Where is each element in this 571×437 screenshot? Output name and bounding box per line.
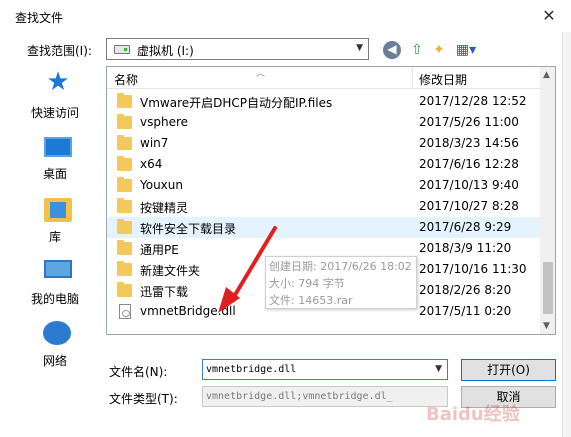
filetype-label: 文件类型(T): xyxy=(109,392,178,406)
list-item[interactable]: Vmware开启DHCP自动分配IP.files 2017/12/28 12:5… xyxy=(107,91,540,112)
place-label: 桌面 xyxy=(42,167,67,181)
list-item[interactable]: 按键精灵 2017/10/27 8:28 xyxy=(107,196,540,217)
file-date: 2017/6/16 12:28 xyxy=(419,157,519,171)
folder-icon xyxy=(117,198,132,213)
scroll-down-icon[interactable]: ▼ xyxy=(543,321,550,331)
chevron-down-icon: ▼ xyxy=(356,43,363,53)
desktop-icon xyxy=(44,137,72,157)
filetype-value: vmnetbridge.dll;vmnetbridge.dl_ xyxy=(206,391,393,402)
close-icon[interactable]: ✕ xyxy=(539,6,559,26)
file-name: vmnetBridge.dll xyxy=(140,304,236,318)
file-date: 2017/12/28 12:52 xyxy=(419,94,527,108)
file-date: 2017/10/27 8:28 xyxy=(419,199,519,213)
filename-input[interactable] xyxy=(206,362,426,377)
column-date-header[interactable]: 修改日期 xyxy=(419,71,467,88)
folder-icon xyxy=(117,135,132,150)
file-name: win7 xyxy=(140,136,169,150)
file-date: 2017/5/26 11:00 xyxy=(419,115,519,129)
drive-icon xyxy=(114,45,130,54)
file-date: 2018/3/23 14:56 xyxy=(419,136,519,150)
background-window-strip xyxy=(562,0,571,437)
file-name: x64 xyxy=(140,157,163,171)
file-date: 2018/2/26 8:20 xyxy=(419,283,512,297)
look-in-label: 查找范围(I): xyxy=(27,44,92,58)
place-desktop[interactable]: 桌面 xyxy=(8,134,102,194)
list-item[interactable]: x64 2017/6/16 12:28 xyxy=(107,154,540,175)
vertical-scrollbar[interactable]: ▲ ▼ xyxy=(540,67,555,334)
file-date: 2017/6/28 9:29 xyxy=(419,220,512,234)
scroll-up-icon[interactable]: ▲ xyxy=(543,70,550,80)
sort-ascending-icon: ︿ xyxy=(256,69,266,79)
window-title: 查找文件 xyxy=(15,11,64,25)
scrollbar-thumb[interactable] xyxy=(543,262,553,314)
list-item[interactable]: Youxun 2017/10/13 9:40 xyxy=(107,175,540,196)
file-name: vsphere xyxy=(140,115,189,129)
place-computer[interactable]: 我的电脑 xyxy=(8,258,102,318)
library-icon xyxy=(44,198,72,222)
column-header: ︿ 名称 修改日期 xyxy=(107,67,540,89)
folder-icon xyxy=(117,156,132,171)
folder-icon xyxy=(117,240,132,255)
places-bar: ★ 快速访问 桌面 库 我的电脑 网络 xyxy=(8,66,102,379)
file-name: 迅雷下载 xyxy=(140,285,189,299)
folder-icon xyxy=(117,177,132,192)
place-library[interactable]: 库 xyxy=(8,196,102,256)
folder-icon xyxy=(117,261,132,276)
file-name: 按键精灵 xyxy=(140,201,189,215)
quick-access-star-icon: ★ xyxy=(46,67,70,97)
folder-icon xyxy=(117,282,132,297)
look-in-dropdown[interactable]: 虚拟机 (I:) ▼ xyxy=(106,38,369,60)
list-item-selected[interactable]: 软件安全下载目录 2017/6/28 9:29 xyxy=(107,217,540,238)
tooltip-file: 文件: 14653.rar xyxy=(269,294,353,307)
look-in-value: 虚拟机 (I:) xyxy=(137,44,194,58)
dll-file-icon xyxy=(119,304,131,319)
open-button[interactable]: 打开(O) xyxy=(461,359,556,381)
watermark-text: Baidu经验 xyxy=(426,404,520,425)
file-date: 2017/5/11 0:20 xyxy=(419,304,512,318)
list-item[interactable]: vsphere 2017/5/26 11:00 xyxy=(107,112,540,133)
folder-icon xyxy=(117,114,132,129)
file-info-tooltip: 创建日期: 2017/6/26 18:02 大小: 794 字节 文件: 146… xyxy=(265,256,417,309)
new-folder-icon[interactable]: ✦ xyxy=(429,40,449,60)
title-bar: 查找文件 ✕ xyxy=(0,0,571,32)
file-name: 新建文件夹 xyxy=(140,264,201,278)
tooltip-created: 创建日期: 2017/6/26 18:02 xyxy=(269,260,412,273)
file-date: 2018/3/9 11:20 xyxy=(419,241,512,255)
place-label: 快速访问 xyxy=(30,106,79,120)
file-name: 软件安全下载目录 xyxy=(140,222,237,236)
place-label: 我的电脑 xyxy=(30,292,79,306)
back-icon[interactable]: ◀ xyxy=(383,41,401,59)
tooltip-size: 大小: 794 字节 xyxy=(269,277,345,290)
file-name: 通用PE xyxy=(140,243,179,257)
filetype-select[interactable]: vmnetbridge.dll;vmnetbridge.dl_ xyxy=(202,386,448,407)
chevron-down-icon[interactable]: ▼ xyxy=(435,364,442,374)
file-name: Vmware开启DHCP自动分配IP.files xyxy=(140,96,333,110)
file-date: 2017/10/16 11:30 xyxy=(419,262,527,276)
network-icon xyxy=(43,321,71,345)
place-network[interactable]: 网络 xyxy=(8,319,102,379)
column-divider[interactable] xyxy=(412,67,413,89)
place-label: 网络 xyxy=(42,354,67,368)
file-name: Youxun xyxy=(140,178,183,192)
list-item[interactable]: win7 2018/3/23 14:56 xyxy=(107,133,540,154)
folder-icon xyxy=(117,93,132,108)
place-quick-access[interactable]: ★ 快速访问 xyxy=(8,67,102,130)
view-menu-icon[interactable]: ▦▾ xyxy=(452,40,480,60)
file-date: 2017/10/13 9:40 xyxy=(419,178,519,192)
filename-label: 文件名(N): xyxy=(109,365,168,379)
computer-icon xyxy=(44,260,72,278)
up-folder-icon[interactable]: ⇧ xyxy=(407,40,427,60)
column-name-header[interactable]: 名称 xyxy=(114,71,138,88)
filename-combo[interactable]: ▼ xyxy=(202,359,448,380)
folder-icon xyxy=(117,219,132,234)
place-label: 库 xyxy=(48,230,61,244)
